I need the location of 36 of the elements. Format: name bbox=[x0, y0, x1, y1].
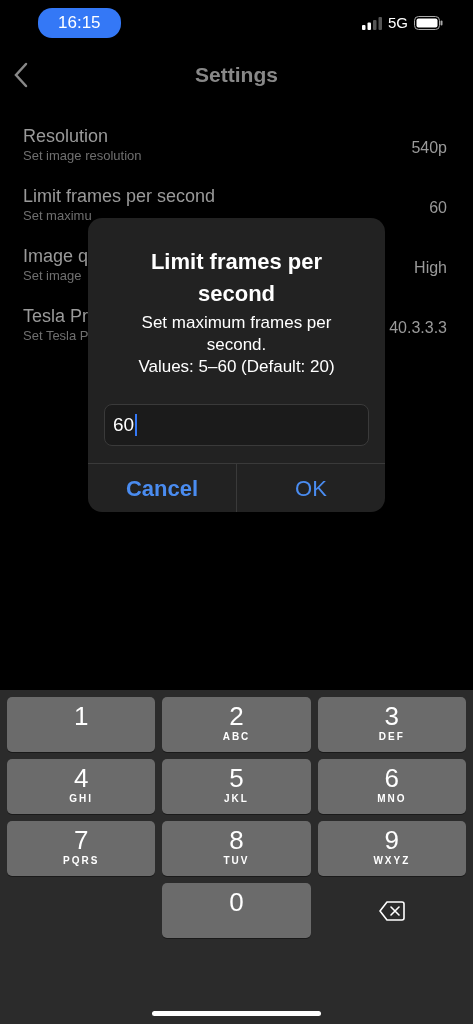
signal-icon bbox=[362, 16, 382, 30]
setting-subtitle: Set image resolution bbox=[23, 148, 142, 164]
keypad-key[interactable]: 3 DEF bbox=[317, 697, 466, 752]
setting-subtitle: Set image bbox=[23, 268, 83, 284]
setting-value: High bbox=[414, 258, 447, 278]
setting-title: Tesla Pr bbox=[23, 305, 89, 328]
cancel-button[interactable]: Cancel bbox=[88, 464, 236, 512]
back-icon bbox=[14, 62, 28, 88]
network-label: 5G bbox=[388, 12, 408, 33]
dialog-message: Set maximum frames per second. bbox=[140, 312, 333, 356]
setting-value: 60 bbox=[429, 198, 447, 218]
keypad-key[interactable]: 0 bbox=[162, 883, 311, 938]
battery-icon bbox=[414, 16, 443, 30]
status-time: 16:15 bbox=[38, 8, 121, 38]
setting-value: 40.3.3.3 bbox=[389, 318, 447, 338]
keypad-key[interactable]: 2 ABC bbox=[162, 697, 311, 752]
setting-title: Image q bbox=[23, 245, 89, 268]
backspace-icon bbox=[378, 900, 405, 921]
setting-title: Limit frames per second bbox=[23, 185, 216, 208]
input-field[interactable]: 60 bbox=[104, 404, 369, 446]
setting-subtitle: Set maximu bbox=[23, 208, 93, 224]
text-cursor bbox=[135, 414, 138, 436]
keypad-key[interactable]: 6 MNO bbox=[317, 759, 466, 814]
setting-subtitle: Set Tesla P bbox=[23, 328, 89, 344]
setting-value: 540p bbox=[411, 138, 447, 158]
keypad-key[interactable]: 1 bbox=[7, 697, 156, 752]
dialog-hint: Values: 5–60 (Default: 20) bbox=[137, 356, 336, 378]
keypad-key[interactable]: 7 PQRS bbox=[7, 821, 156, 876]
keypad-key[interactable]: 5 JKL bbox=[162, 759, 311, 814]
ok-button[interactable]: OK bbox=[236, 464, 385, 512]
keypad-key[interactable]: 9 WXYZ bbox=[317, 821, 466, 876]
keypad-key[interactable]: 4 GHI bbox=[7, 759, 156, 814]
setting-title: Resolution bbox=[23, 125, 110, 148]
dialog-title: Limit frames per second bbox=[149, 248, 324, 308]
screen-title: Settings bbox=[195, 62, 278, 89]
keypad-key[interactable]: 8 TUV bbox=[162, 821, 311, 876]
